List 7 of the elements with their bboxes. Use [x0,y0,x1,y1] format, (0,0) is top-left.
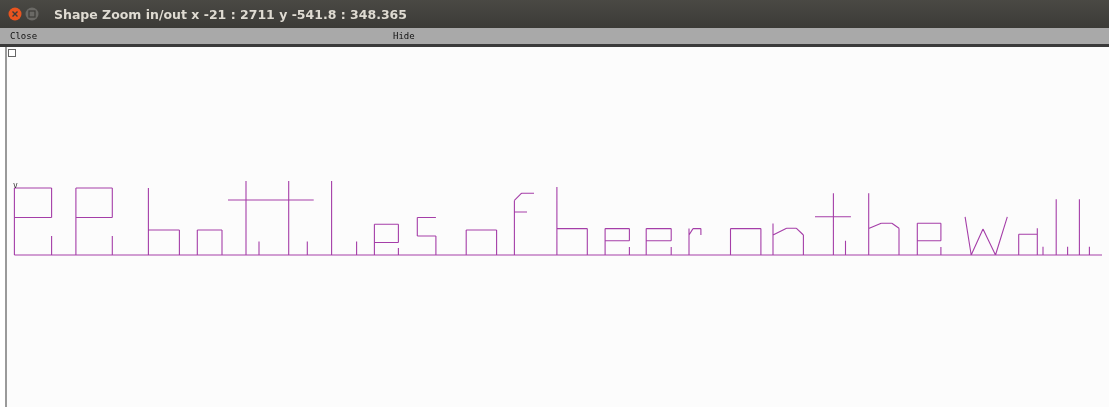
close-icon[interactable] [8,7,22,21]
menu-item[interactable]: Hide [383,31,415,41]
minimize-icon[interactable] [25,7,39,21]
menu-item[interactable]: Close [0,31,383,41]
window-title: Shape Zoom in/out x -21 : 2711 y -541.8 : 348.365 [54,6,407,22]
marker: v [13,182,18,190]
checkbox[interactable] [8,49,16,57]
